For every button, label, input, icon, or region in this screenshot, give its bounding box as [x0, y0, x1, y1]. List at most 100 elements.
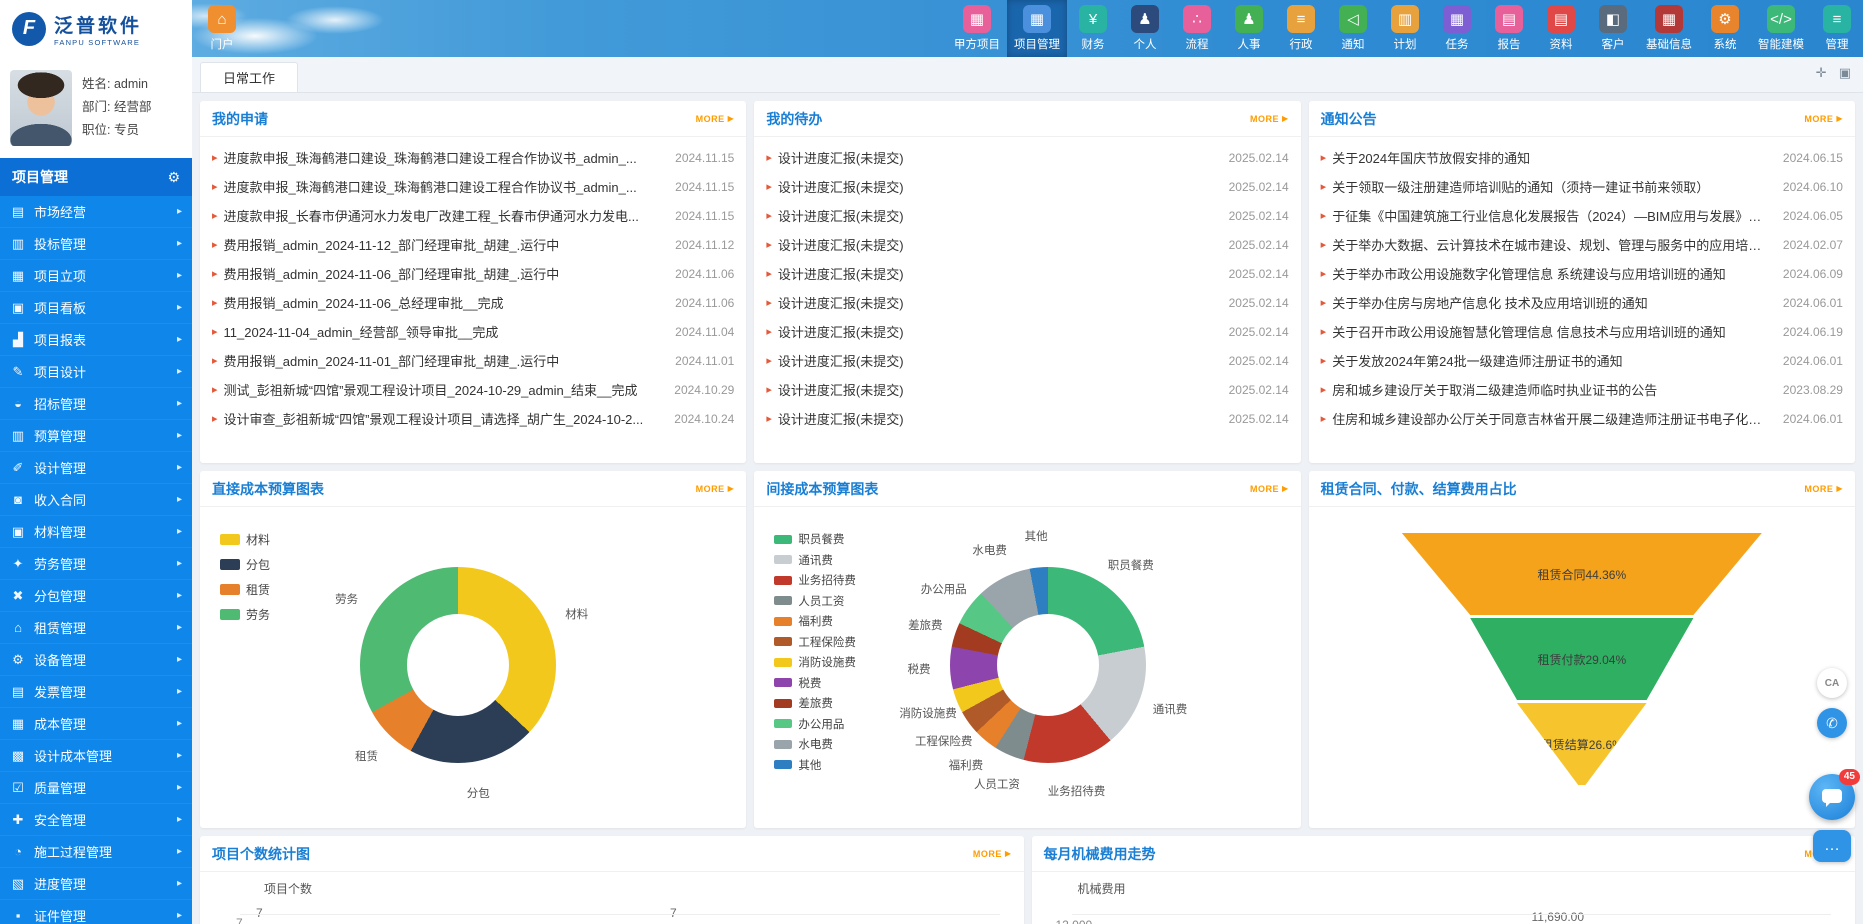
- top-nav-item[interactable]: ▦ 基础信息: [1639, 0, 1699, 57]
- gear-icon[interactable]: ⚙: [167, 169, 180, 186]
- phone-icon[interactable]: ✆: [1817, 708, 1847, 738]
- chat-widget[interactable]: …: [1813, 830, 1851, 862]
- legend-item[interactable]: 业务招待费: [774, 572, 856, 588]
- request-list-item[interactable]: ▸ 11_2024-11-04_admin_经营部_领导审批__完成 2024.…: [212, 317, 734, 346]
- sidebar-menu-item[interactable]: ▣ 项目看板 ▸: [0, 292, 192, 324]
- todo-list-item[interactable]: ▸ 设计进度汇报(未提交) 2025.02.14: [766, 143, 1288, 172]
- sidebar-menu-item[interactable]: ✐ 设计管理 ▸: [0, 452, 192, 484]
- notice-list-item[interactable]: ▸ 于征集《中国建筑施工行业信息化发展报告（2024）—BIM应用与发展》材料.…: [1321, 201, 1843, 230]
- sidebar-menu-item[interactable]: ⚙ 设备管理 ▸: [0, 644, 192, 676]
- legend-item[interactable]: 水电费: [774, 736, 856, 752]
- legend-item[interactable]: 人员工资: [774, 593, 856, 609]
- sidebar-menu-item[interactable]: ✖ 分包管理 ▸: [0, 580, 192, 612]
- todo-list-item[interactable]: ▸ 设计进度汇报(未提交) 2025.02.14: [766, 288, 1288, 317]
- top-nav-item[interactable]: ◁ 通知: [1327, 0, 1379, 57]
- request-list-item[interactable]: ▸ 设计审查_彭祖新城“四馆”景观工程设计项目_请选择_胡广生_2024-10-…: [212, 404, 734, 433]
- notice-list-item[interactable]: ▸ 关于2024年国庆节放假安排的通知 2024.06.15: [1321, 143, 1843, 172]
- request-list-item[interactable]: ▸ 费用报销_admin_2024-11-12_部门经理审批_胡建_.运行中 2…: [212, 230, 734, 259]
- notice-list-item[interactable]: ▸ 关于举办市政公用设施数字化管理信息 系统建设与应用培训班的通知 2024.0…: [1321, 259, 1843, 288]
- sidebar-menu-item[interactable]: ✚ 安全管理 ▸: [0, 804, 192, 836]
- sidebar-menu-item[interactable]: ▤ 发票管理 ▸: [0, 676, 192, 708]
- top-nav-item[interactable]: ≡ 行政: [1275, 0, 1327, 57]
- top-nav-item[interactable]: ▥ 计划: [1379, 0, 1431, 57]
- sidebar-menu-item[interactable]: ▤ 市场经营 ▸: [0, 196, 192, 228]
- sidebar-menu-item[interactable]: ⌂ 租赁管理 ▸: [0, 612, 192, 644]
- notice-list-item[interactable]: ▸ 住房和城乡建设部办公厅关于同意吉林省开展二级建造师注册证书电子化试点... …: [1321, 404, 1843, 433]
- legend-item[interactable]: 分包: [220, 556, 270, 573]
- sidebar-menu-item[interactable]: ☑ 质量管理 ▸: [0, 772, 192, 804]
- notice-list-item[interactable]: ▸ 房和城乡建设厅关于取消二级建造师临时执业证书的公告 2023.08.29: [1321, 375, 1843, 404]
- top-nav-item[interactable]: ¥ 财务: [1067, 0, 1119, 57]
- request-list-item[interactable]: ▸ 进度款申报_珠海鹤港口建设_珠海鹤港口建设工程合作协议书_admin_...…: [212, 143, 734, 172]
- more-link[interactable]: MORE▶: [1804, 114, 1843, 124]
- sidebar-menu-item[interactable]: ◔ 施工过程管理 ▸: [0, 836, 192, 868]
- message-widget[interactable]: 45: [1809, 774, 1855, 820]
- notice-list-item[interactable]: ▸ 关于发放2024年第24批一级建造师注册证书的通知 2024.06.01: [1321, 346, 1843, 375]
- layout-icon[interactable]: ▣: [1839, 66, 1851, 79]
- sidebar-menu-item[interactable]: ▧ 进度管理 ▸: [0, 868, 192, 900]
- top-nav-item[interactable]: ◧ 客户: [1587, 0, 1639, 57]
- todo-list-item[interactable]: ▸ 设计进度汇报(未提交) 2025.02.14: [766, 201, 1288, 230]
- top-nav-item[interactable]: ∴ 流程: [1171, 0, 1223, 57]
- legend-item[interactable]: 福利费: [774, 613, 856, 629]
- legend-item[interactable]: 其他: [774, 757, 856, 773]
- ca-widget[interactable]: CA: [1817, 668, 1847, 698]
- sidebar-menu-item[interactable]: ▥ 投标管理 ▸: [0, 228, 192, 260]
- sidebar-menu-item[interactable]: ✎ 项目设计 ▸: [0, 356, 192, 388]
- top-nav-item[interactable]: ▦ 项目管理: [1007, 0, 1067, 57]
- request-list-item[interactable]: ▸ 进度款申报_珠海鹤港口建设_珠海鹤港口建设工程合作协议书_admin_...…: [212, 172, 734, 201]
- request-list-item[interactable]: ▸ 费用报销_admin_2024-11-06_部门经理审批_胡建_.运行中 2…: [212, 259, 734, 288]
- sidebar-menu-item[interactable]: ◒ 招标管理 ▸: [0, 388, 192, 420]
- sidebar-menu-item[interactable]: ▩ 设计成本管理 ▸: [0, 740, 192, 772]
- top-nav-item[interactable]: ▦ 甲方项目: [947, 0, 1007, 57]
- top-nav-item[interactable]: ♟ 个人: [1119, 0, 1171, 57]
- todo-list-item[interactable]: ▸ 设计进度汇报(未提交) 2025.02.14: [766, 404, 1288, 433]
- todo-list-item[interactable]: ▸ 设计进度汇报(未提交) 2025.02.14: [766, 259, 1288, 288]
- todo-list-item[interactable]: ▸ 设计进度汇报(未提交) 2025.02.14: [766, 317, 1288, 346]
- notice-list-item[interactable]: ▸ 关于召开市政公用设施智慧化管理信息 信息技术与应用培训班的通知 2024.0…: [1321, 317, 1843, 346]
- notice-list-item[interactable]: ▸ 关于举办住房与房地产信息化 技术及应用培训班的通知 2024.06.01: [1321, 288, 1843, 317]
- more-link[interactable]: MORE▶: [1804, 484, 1843, 494]
- top-nav-item[interactable]: ▤ 报告: [1483, 0, 1535, 57]
- todo-list-item[interactable]: ▸ 设计进度汇报(未提交) 2025.02.14: [766, 346, 1288, 375]
- legend-item[interactable]: 职员餐费: [774, 531, 856, 547]
- funnel-segment-payment[interactable]: 租赁付款29.04%: [1402, 618, 1762, 700]
- sidebar-menu-item[interactable]: ▦ 项目立项 ▸: [0, 260, 192, 292]
- legend-item[interactable]: 差旅费: [774, 695, 856, 711]
- legend-item[interactable]: 通讯费: [774, 552, 856, 568]
- funnel-segment-settlement[interactable]: 租赁结算26.6%: [1402, 703, 1762, 785]
- top-nav-item[interactable]: ▦ 任务: [1431, 0, 1483, 57]
- request-list-item[interactable]: ▸ 费用报销_admin_2024-11-06_总经理审批__完成 2024.1…: [212, 288, 734, 317]
- more-link[interactable]: MORE▶: [696, 114, 735, 124]
- sidebar-menu-item[interactable]: ▣ 材料管理 ▸: [0, 516, 192, 548]
- funnel-segment-contract[interactable]: 租赁合同44.36%: [1402, 533, 1762, 615]
- sidebar-menu-item[interactable]: ◙ 收入合同 ▸: [0, 484, 192, 516]
- top-nav-item[interactable]: ♟ 人事: [1223, 0, 1275, 57]
- todo-list-item[interactable]: ▸ 设计进度汇报(未提交) 2025.02.14: [766, 230, 1288, 259]
- legend-item[interactable]: 税费: [774, 675, 856, 691]
- key-icon[interactable]: ✛: [1816, 66, 1827, 79]
- sidebar-menu-item[interactable]: ▪ 证件管理 ▸: [0, 900, 192, 924]
- notice-list-item[interactable]: ▸ 关于领取一级注册建造师培训贴的通知（须持一建证书前来领取） 2024.06.…: [1321, 172, 1843, 201]
- legend-item[interactable]: 材料: [220, 531, 270, 548]
- tab-daily-work[interactable]: 日常工作: [200, 62, 298, 92]
- top-nav-item[interactable]: ▤ 资料: [1535, 0, 1587, 57]
- legend-item[interactable]: 劳务: [220, 606, 270, 623]
- legend-item[interactable]: 消防设施费: [774, 654, 856, 670]
- top-nav-item[interactable]: ≡ 管理: [1811, 0, 1863, 57]
- request-list-item[interactable]: ▸ 测试_彭祖新城“四馆”景观工程设计项目_2024-10-29_admin_结…: [212, 375, 734, 404]
- sidebar-menu-item[interactable]: ✦ 劳务管理 ▸: [0, 548, 192, 580]
- legend-item[interactable]: 工程保险费: [774, 634, 856, 650]
- sidebar-menu-item[interactable]: ▥ 预算管理 ▸: [0, 420, 192, 452]
- top-nav-item[interactable]: ⚙ 系统: [1699, 0, 1751, 57]
- todo-list-item[interactable]: ▸ 设计进度汇报(未提交) 2025.02.14: [766, 375, 1288, 404]
- notice-list-item[interactable]: ▸ 关于举办大数据、云计算技术在城市建设、规划、管理与服务中的应用培训班... …: [1321, 230, 1843, 259]
- request-list-item[interactable]: ▸ 费用报销_admin_2024-11-01_部门经理审批_胡建_.运行中 2…: [212, 346, 734, 375]
- sidebar-menu-item[interactable]: ▟ 项目报表 ▸: [0, 324, 192, 356]
- todo-list-item[interactable]: ▸ 设计进度汇报(未提交) 2025.02.14: [766, 172, 1288, 201]
- top-nav-item[interactable]: </> 智能建模: [1751, 0, 1811, 57]
- nav-item-portal[interactable]: ⌂ 门户: [196, 0, 248, 57]
- more-link[interactable]: MORE▶: [696, 484, 735, 494]
- legend-item[interactable]: 办公用品: [774, 716, 856, 732]
- more-link[interactable]: MORE▶: [973, 849, 1012, 859]
